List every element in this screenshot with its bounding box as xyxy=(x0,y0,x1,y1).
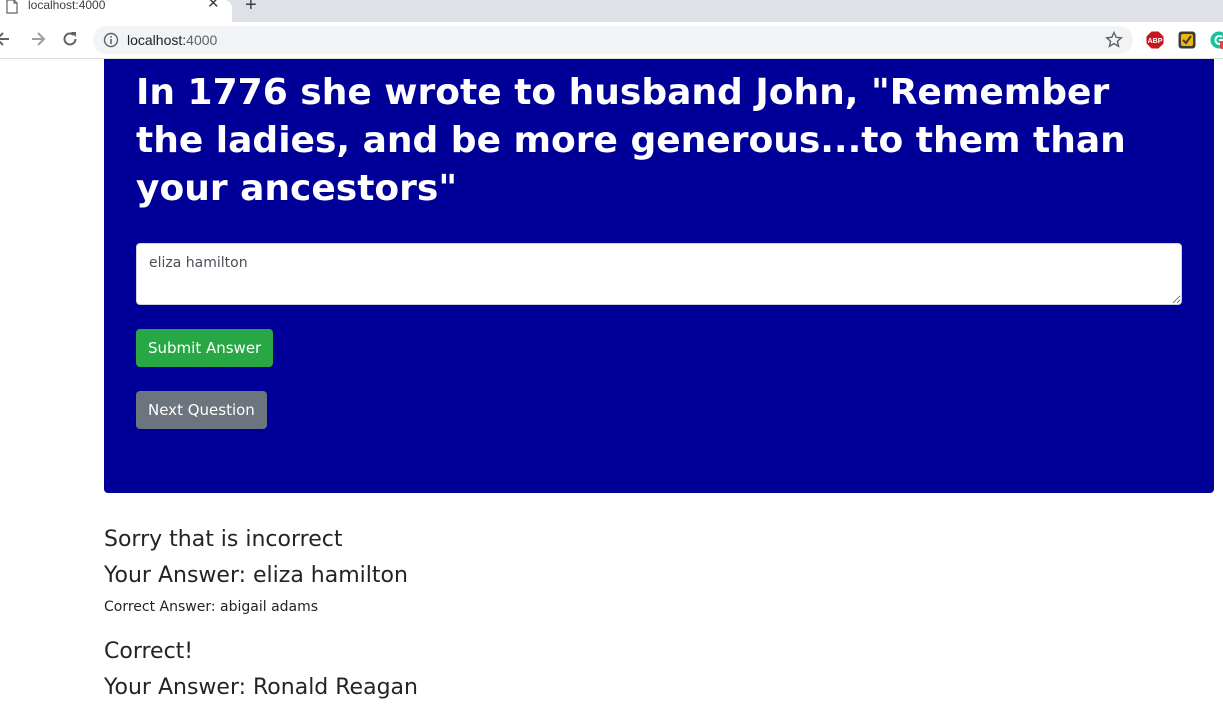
address-bar[interactable]: localhost:4000 xyxy=(93,26,1133,54)
browser-toolbar: localhost:4000 ABP xyxy=(0,22,1223,59)
plus-icon[interactable]: + xyxy=(245,0,257,15)
checkmark-extension-icon[interactable] xyxy=(1178,31,1196,49)
question-text: In 1776 she wrote to husband John, "Reme… xyxy=(136,72,1126,209)
svg-text:ABP: ABP xyxy=(1148,38,1163,45)
browser-tab[interactable]: localhost:4000 ✕ xyxy=(0,0,232,22)
result-correct-answer: Correct Answer: abigail adams xyxy=(104,599,319,615)
result-status: Sorry that is incorrect xyxy=(104,527,343,552)
result-item: Sorry that is incorrect Your Answer: eli… xyxy=(104,524,1204,636)
tab-strip: localhost:4000 ✕ + xyxy=(0,0,1223,22)
adblock-icon[interactable]: ABP xyxy=(1146,31,1164,49)
next-question-button[interactable]: Next Question xyxy=(136,391,267,429)
quiz-card: In 1776 she wrote to husband John, "Reme… xyxy=(104,59,1214,493)
grammarly-icon[interactable] xyxy=(1210,31,1223,49)
url-text: localhost:4000 xyxy=(127,31,217,49)
result-your-answer: Your Answer: Ronald Reagan xyxy=(104,675,418,700)
result-status: Correct! xyxy=(104,639,194,664)
back-icon[interactable] xyxy=(0,30,12,48)
reload-icon[interactable] xyxy=(61,30,79,48)
result-item: Correct! Your Answer: Ronald Reagan xyxy=(104,636,1204,708)
close-icon[interactable]: ✕ xyxy=(207,0,220,12)
forward-icon[interactable] xyxy=(29,30,47,48)
results-list: Sorry that is incorrect Your Answer: eli… xyxy=(104,524,1204,708)
submit-answer-button[interactable]: Submit Answer xyxy=(136,329,274,367)
tab-title: localhost:4000 xyxy=(28,0,106,12)
info-icon[interactable] xyxy=(103,32,119,48)
url-host: localhost: xyxy=(127,32,187,48)
url-port: 4000 xyxy=(186,32,218,48)
result-your-answer: Your Answer: eliza hamilton xyxy=(104,563,408,588)
star-icon[interactable] xyxy=(1105,31,1123,49)
answer-input[interactable] xyxy=(136,243,1182,305)
page-icon xyxy=(6,0,18,14)
